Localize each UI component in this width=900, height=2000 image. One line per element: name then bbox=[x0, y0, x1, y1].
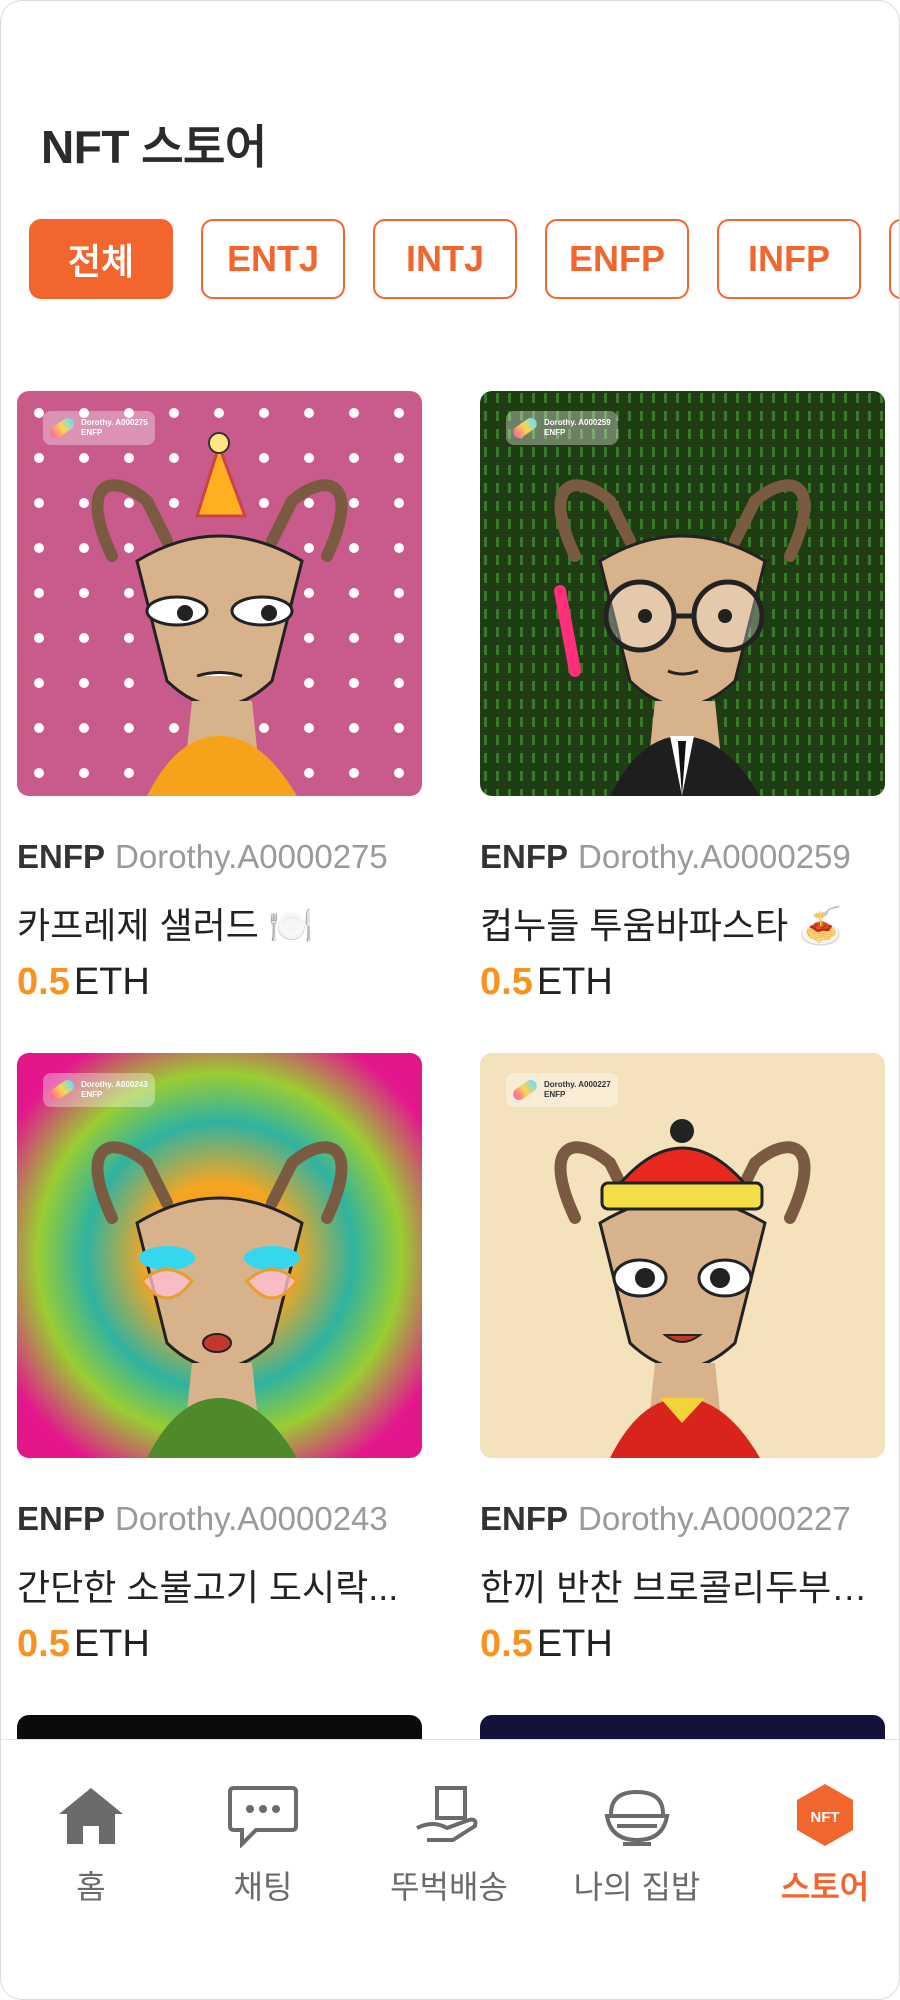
mbti-filter-bar[interactable]: 전체 ENTJ INTJ ENFP INFP bbox=[29, 219, 899, 303]
nft-id-tag: Dorothy. A000243 ENFP bbox=[43, 1073, 155, 1107]
price: 0.5 ETH bbox=[17, 961, 150, 1004]
filter-chip-entj[interactable]: ENTJ bbox=[201, 219, 345, 299]
nft-image[interactable]: Dorothy. A000275 ENFP bbox=[17, 391, 422, 796]
mbti-label: ENFP bbox=[17, 838, 106, 875]
filter-chip-all[interactable]: 전체 bbox=[29, 219, 173, 299]
price-value: 0.5 bbox=[17, 961, 70, 1003]
bottom-tab-bar: 홈 채팅 뚜벅배송 나의 집밥 NFT 스토어 bbox=[1, 1739, 899, 1999]
price-unit: ETH bbox=[536, 1623, 613, 1665]
filter-chip-intj[interactable]: INTJ bbox=[373, 219, 517, 299]
price-unit: ETH bbox=[73, 1623, 150, 1665]
tab-delivery[interactable]: 뚜벅배송 bbox=[359, 1776, 539, 1906]
app-frame: NFT 스토어 전체 ENTJ INTJ ENFP INFP Dorothy. … bbox=[0, 0, 900, 2000]
tab-chat[interactable]: 채팅 bbox=[173, 1776, 353, 1906]
home-icon bbox=[59, 1788, 123, 1844]
nft-id-tag: Dorothy. A000227 ENFP bbox=[506, 1073, 618, 1107]
page-title: NFT 스토어 bbox=[41, 121, 267, 173]
price-unit: ETH bbox=[73, 961, 150, 1003]
price-value: 0.5 bbox=[17, 1623, 70, 1665]
tab-my-meal[interactable]: 나의 집밥 bbox=[547, 1776, 727, 1906]
filter-chip-infp[interactable]: INFP bbox=[717, 219, 861, 299]
pill-icon bbox=[47, 1077, 77, 1103]
nft-code: Dorothy.A0000243 bbox=[115, 1500, 388, 1537]
product-name[interactable]: 간단한 소불고기 도시락... bbox=[17, 1559, 427, 1611]
nft-code: Dorothy.A0000259 bbox=[578, 838, 851, 875]
nft-image[interactable]: Dorothy. A000243 ENFP bbox=[17, 1053, 422, 1458]
tab-store[interactable]: NFT 스토어 bbox=[735, 1776, 899, 1906]
tab-label: 스토어 bbox=[780, 1869, 870, 1905]
price-unit: ETH bbox=[536, 961, 613, 1003]
pill-icon bbox=[510, 415, 540, 441]
price: 0.5 ETH bbox=[17, 1623, 150, 1666]
nft-id-tag: Dorothy. A000275 ENFP bbox=[43, 411, 155, 445]
nft-id-tag: Dorothy. A000259 ENFP bbox=[506, 411, 618, 445]
nft-store-icon: NFT bbox=[797, 1784, 853, 1846]
nft-code: Dorothy.A0000227 bbox=[578, 1500, 851, 1537]
mbti-label: ENFP bbox=[480, 1500, 569, 1537]
svg-text:NFT: NFT bbox=[810, 1809, 839, 1826]
nft-code: Dorothy.A0000275 bbox=[115, 838, 388, 875]
filter-chip-enfp[interactable]: ENFP bbox=[545, 219, 689, 299]
price-value: 0.5 bbox=[480, 1623, 533, 1665]
product-name[interactable]: 한끼 반찬 브로콜리두부… bbox=[480, 1559, 890, 1611]
filter-chip-more[interactable] bbox=[889, 219, 899, 299]
product-name[interactable]: 컵누들 투움바파스타 🍝 bbox=[480, 897, 890, 949]
nft-image[interactable]: Dorothy. A000227 ENFP bbox=[480, 1053, 885, 1458]
mbti-label: ENFP bbox=[480, 838, 569, 875]
delivery-icon bbox=[416, 1786, 478, 1842]
chat-icon bbox=[228, 1786, 298, 1848]
pill-icon bbox=[47, 415, 77, 441]
product-name[interactable]: 카프레제 샐러드 🍽️ bbox=[17, 897, 427, 949]
tab-label: 뚜벅배송 bbox=[390, 1869, 508, 1905]
mbti-label: ENFP bbox=[17, 1500, 106, 1537]
tab-label: 채팅 bbox=[233, 1869, 293, 1905]
tab-home[interactable]: 홈 bbox=[1, 1776, 181, 1906]
tab-label: 나의 집밥 bbox=[573, 1869, 701, 1905]
price: 0.5 ETH bbox=[480, 961, 613, 1004]
price: 0.5 ETH bbox=[480, 1623, 613, 1666]
tab-label: 홈 bbox=[76, 1869, 106, 1905]
price-value: 0.5 bbox=[480, 961, 533, 1003]
rice-bowl-icon bbox=[604, 1789, 670, 1846]
pill-icon bbox=[510, 1077, 540, 1103]
nft-image[interactable]: Dorothy. A000259 ENFP bbox=[480, 391, 885, 796]
